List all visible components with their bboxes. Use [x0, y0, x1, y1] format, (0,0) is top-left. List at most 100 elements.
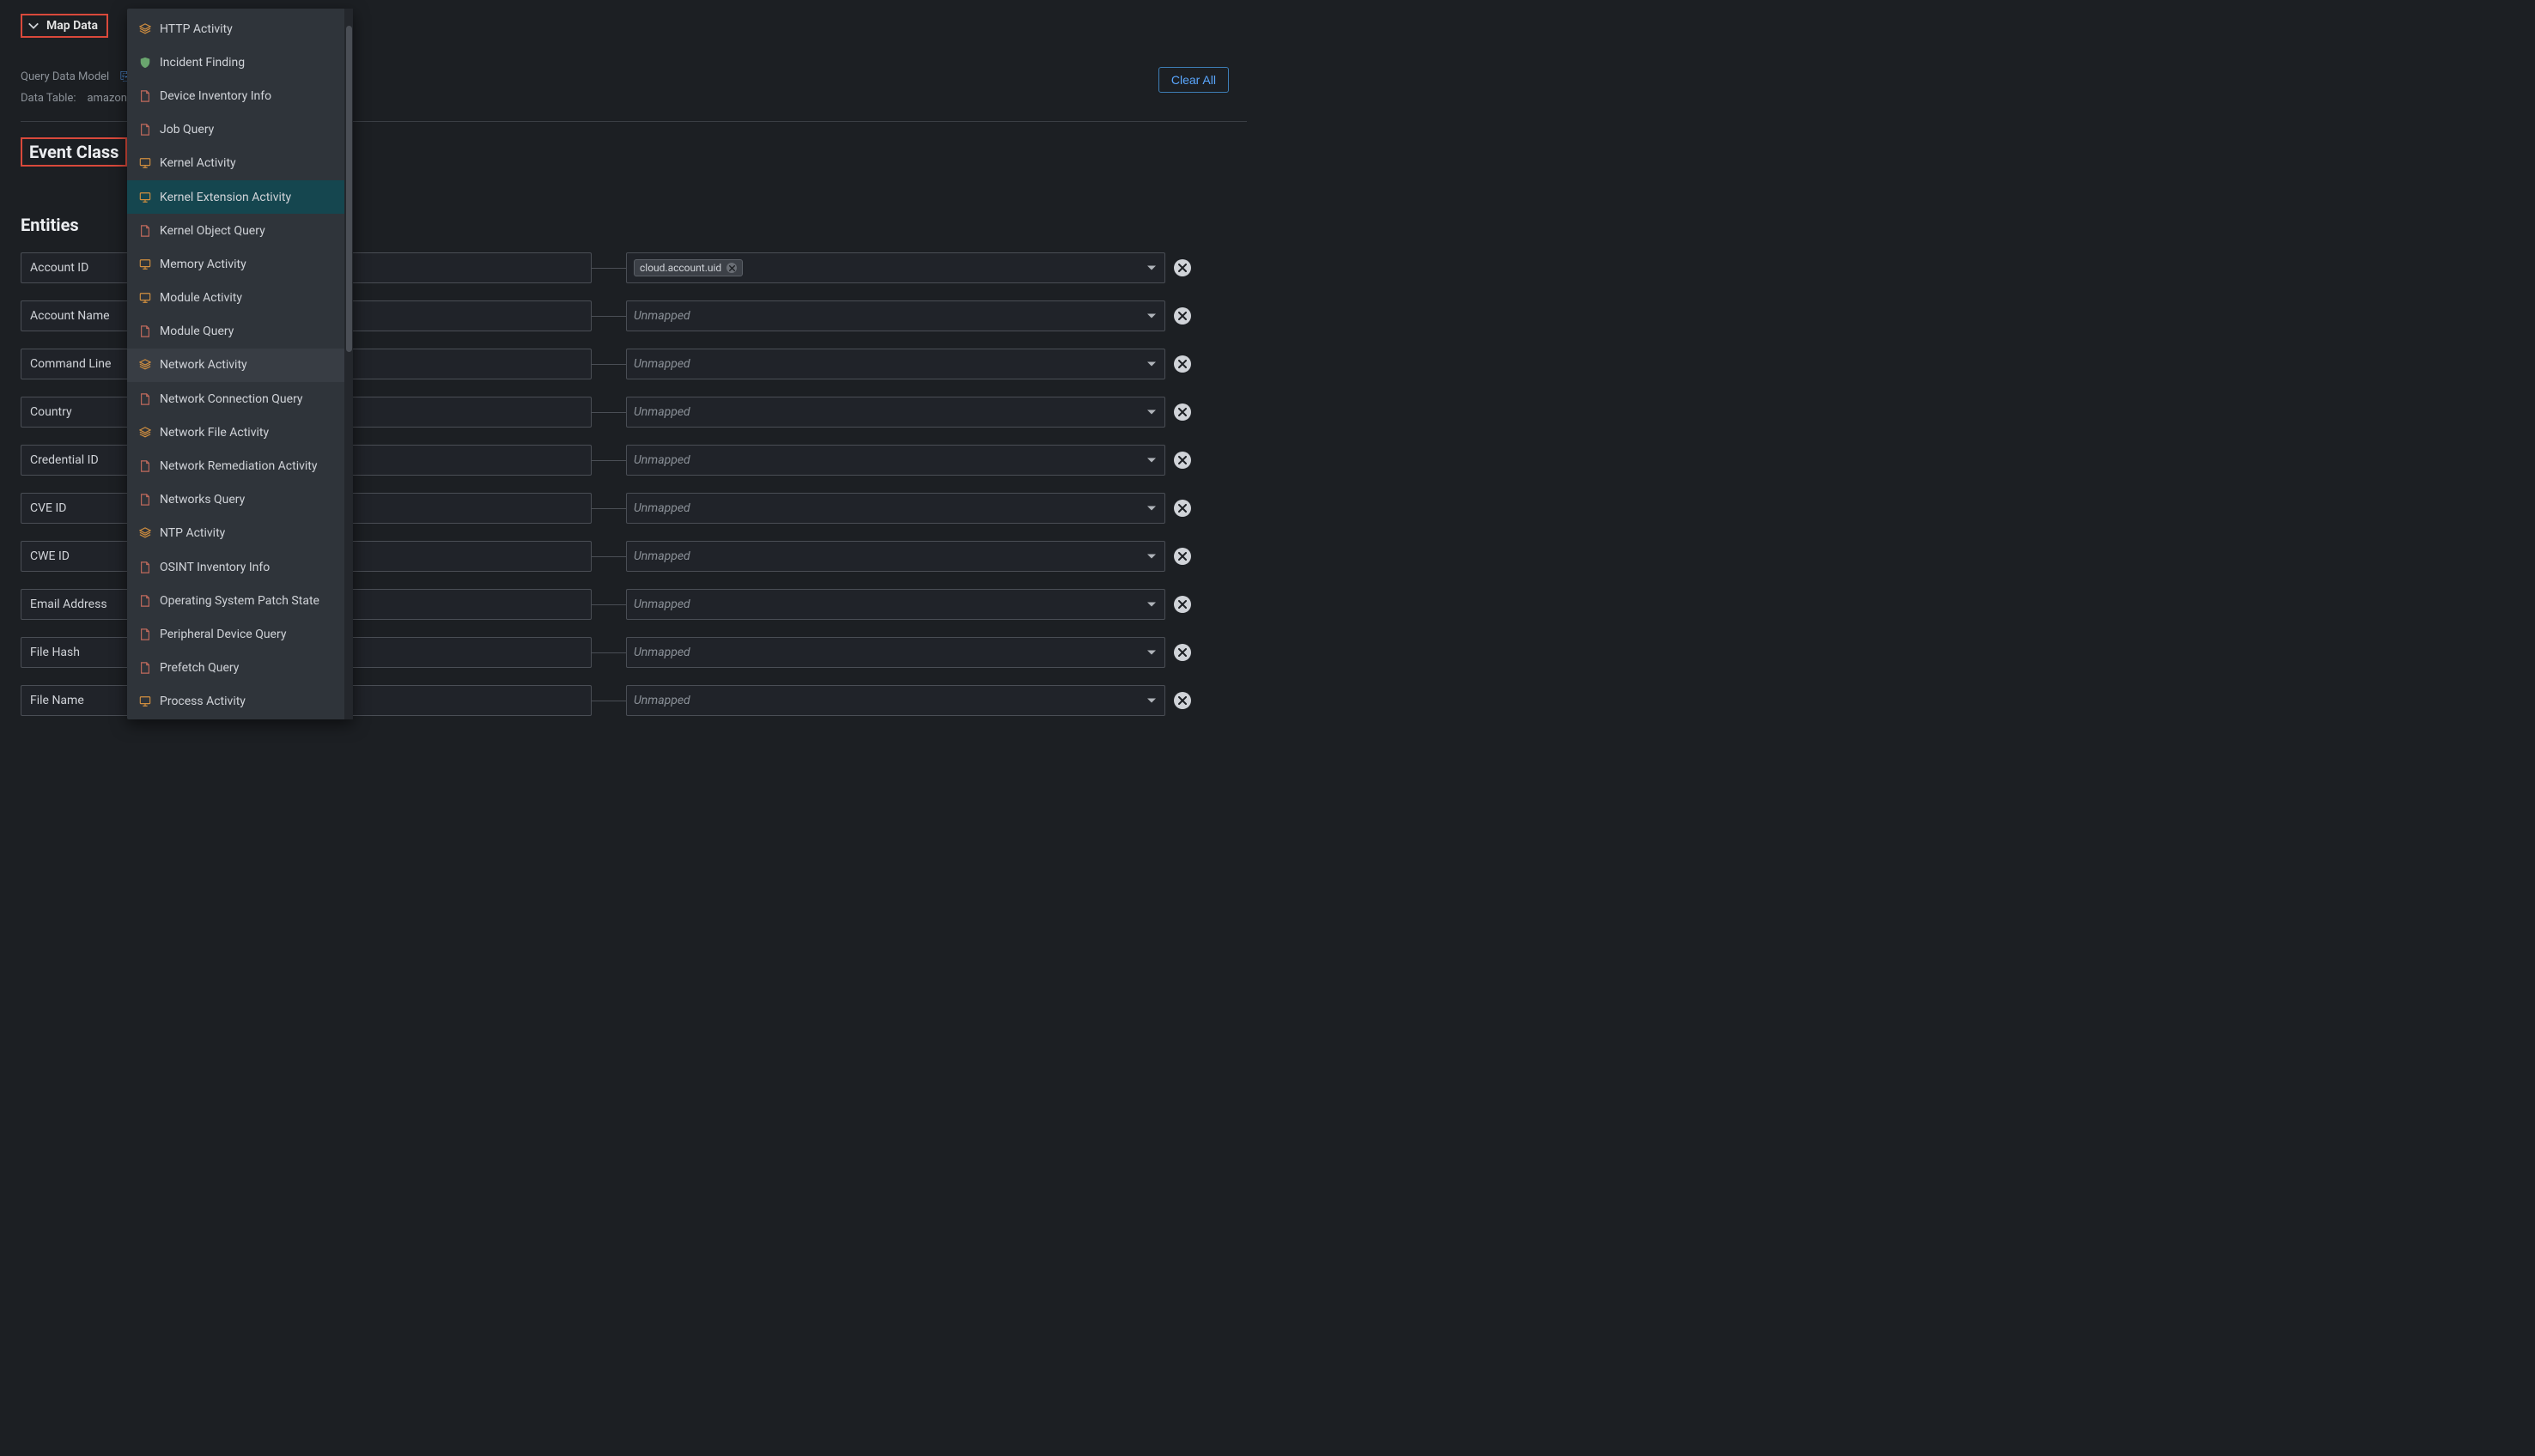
menu-item[interactable]: Network Connection Query [127, 382, 344, 416]
connector-line [592, 412, 626, 413]
remove-row-button[interactable] [1174, 692, 1191, 709]
caret-down-icon[interactable] [1147, 458, 1156, 463]
caret-down-icon[interactable] [1147, 410, 1156, 415]
connector-line [592, 652, 626, 653]
menu-item-label: Kernel Object Query [160, 224, 265, 238]
dropdown-scrollbar-thumb[interactable] [346, 26, 352, 352]
shield-icon [139, 57, 151, 69]
caret-down-icon[interactable] [1147, 507, 1156, 511]
doc-icon [139, 595, 151, 607]
unmapped-placeholder: Unmapped [634, 598, 690, 611]
layers-icon [139, 527, 151, 539]
menu-item[interactable]: Prefetch Query [127, 652, 344, 685]
remove-row-button[interactable] [1174, 500, 1191, 517]
layers-icon [139, 359, 151, 371]
menu-item[interactable]: Networks Query [127, 483, 344, 517]
clear-all-button[interactable]: Clear All [1158, 67, 1229, 93]
mapping-select[interactable]: Unmapped [626, 541, 1165, 572]
doc-icon [139, 628, 151, 640]
map-data-toggle[interactable]: Map Data [21, 14, 108, 38]
connector-line [592, 268, 626, 269]
menu-item-label: Prefetch Query [160, 661, 239, 675]
remove-row-button[interactable] [1174, 355, 1191, 373]
menu-item[interactable]: Kernel Object Query [127, 214, 344, 247]
menu-item[interactable]: Module Query [127, 315, 344, 349]
menu-item-label: OSINT Inventory Info [160, 561, 270, 574]
caret-down-icon[interactable] [1147, 555, 1156, 559]
mapping-select[interactable]: Unmapped [626, 445, 1165, 476]
menu-item[interactable]: Job Query [127, 113, 344, 147]
menu-item[interactable]: Process Activity [127, 685, 344, 719]
unmapped-placeholder: Unmapped [634, 501, 690, 515]
doc-icon [139, 494, 151, 506]
menu-item[interactable]: Device Inventory Info [127, 79, 344, 112]
menu-item[interactable]: Network File Activity [127, 416, 344, 449]
remove-row-button[interactable] [1174, 307, 1191, 325]
menu-item[interactable]: Peripheral Device Query [127, 617, 344, 651]
menu-item[interactable]: Kernel Activity [127, 147, 344, 180]
menu-item-label: Incident Finding [160, 56, 245, 70]
menu-item-label: Networks Query [160, 493, 245, 507]
mapping-select[interactable]: Unmapped [626, 685, 1165, 716]
menu-item[interactable]: NTP Activity [127, 517, 344, 550]
menu-item[interactable]: OSINT Inventory Info [127, 550, 344, 584]
menu-item-label: Module Activity [160, 291, 242, 305]
menu-item[interactable]: Kernel Extension Activity [127, 180, 344, 214]
doc-icon [139, 124, 151, 136]
mapping-select[interactable]: Unmapped [626, 349, 1165, 379]
monitor-icon [139, 258, 151, 270]
menu-item-label: NTP Activity [160, 526, 225, 540]
remove-row-button[interactable] [1174, 403, 1191, 421]
menu-item-label: Operating System Patch State [160, 594, 319, 608]
doc-icon [139, 460, 151, 472]
mapping-select[interactable]: Unmapped [626, 589, 1165, 620]
caret-down-icon[interactable] [1147, 266, 1156, 270]
chip-remove-icon[interactable] [726, 263, 737, 273]
dropdown-scrollbar[interactable] [344, 9, 353, 719]
mapping-select[interactable]: Unmapped [626, 493, 1165, 524]
remove-row-button[interactable] [1174, 259, 1191, 276]
menu-item[interactable]: Operating System Patch State [127, 584, 344, 617]
menu-item[interactable]: Network Remediation Activity [127, 449, 344, 482]
menu-item-label: Network Connection Query [160, 392, 303, 406]
unmapped-placeholder: Unmapped [634, 694, 690, 707]
menu-item-label: Kernel Activity [160, 156, 236, 170]
caret-down-icon[interactable] [1147, 699, 1156, 703]
mapping-select[interactable]: Unmapped [626, 637, 1165, 668]
menu-item[interactable]: Memory Activity [127, 247, 344, 281]
mapping-chip: cloud.account.uid [634, 259, 743, 276]
doc-icon [139, 561, 151, 573]
doc-icon [139, 325, 151, 337]
remove-row-button[interactable] [1174, 548, 1191, 565]
mapping-select[interactable]: Unmapped [626, 300, 1165, 331]
doc-icon [139, 225, 151, 237]
unmapped-placeholder: Unmapped [634, 453, 690, 467]
connector-line [592, 604, 626, 605]
mapping-select[interactable]: cloud.account.uid [626, 252, 1165, 283]
connector-line [592, 460, 626, 461]
menu-item-label: Module Query [160, 325, 234, 338]
menu-item[interactable]: Network Activity [127, 349, 344, 382]
caret-down-icon[interactable] [1147, 603, 1156, 607]
remove-row-button[interactable] [1174, 644, 1191, 661]
menu-item-label: Device Inventory Info [160, 89, 271, 103]
menu-item[interactable]: HTTP Activity [127, 12, 344, 46]
caret-down-icon[interactable] [1147, 362, 1156, 367]
menu-item-label: Process Activity [160, 695, 246, 708]
chevron-down-icon [27, 20, 40, 32]
remove-row-button[interactable] [1174, 596, 1191, 613]
unmapped-placeholder: Unmapped [634, 646, 690, 659]
monitor-icon [139, 292, 151, 304]
caret-down-icon[interactable] [1147, 314, 1156, 318]
chip-label: cloud.account.uid [640, 262, 721, 274]
connector-line [592, 508, 626, 509]
monitor-icon [139, 157, 151, 169]
mapping-select[interactable]: Unmapped [626, 397, 1165, 428]
event-class-heading[interactable]: Event Class [21, 137, 127, 167]
menu-item-label: Network Remediation Activity [160, 459, 317, 473]
remove-row-button[interactable] [1174, 452, 1191, 469]
menu-item[interactable]: Module Activity [127, 282, 344, 315]
caret-down-icon[interactable] [1147, 651, 1156, 655]
menu-item[interactable]: Incident Finding [127, 46, 344, 79]
event-class-dropdown[interactable]: HTTP Activity Incident Finding Device Inve… [127, 9, 353, 719]
